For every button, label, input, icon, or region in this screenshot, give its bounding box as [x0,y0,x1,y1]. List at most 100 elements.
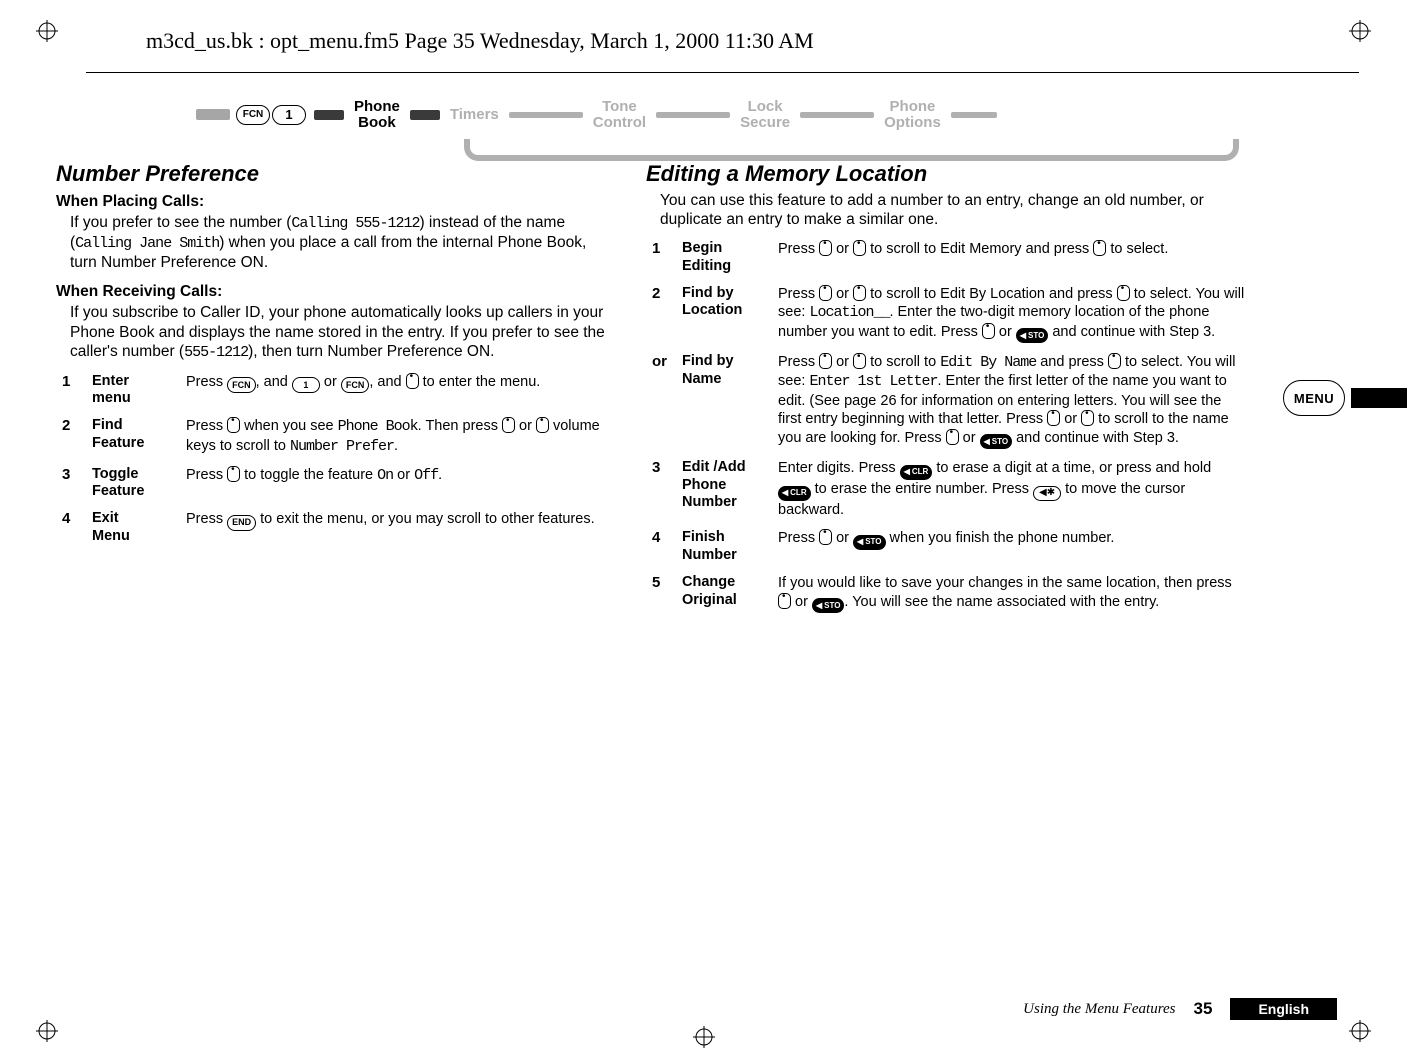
step-description: Press FCN, and 1 or FCN, and to enter th… [186,373,606,408]
step-label: Enter menu [92,373,186,408]
step-label: Toggle Feature [92,466,186,501]
step-description: Press to toggle the feature On or Off. [186,466,606,501]
step-label: Begin Editing [682,240,778,275]
volume-key-icon [1117,285,1130,301]
step-label: Find Feature [92,417,186,455]
volume-key-icon [853,285,866,301]
volume-key-icon [853,353,866,369]
text: ), then turn Number Preference ON. [248,343,494,360]
step-number: 1 [62,373,92,408]
step-description: Press or to scroll to Edit By Name and p… [778,353,1246,449]
lcd-text: Calling 555-1212 [291,215,419,232]
nav-lock-secure: Lock Secure [736,99,794,131]
nav-lead-bar [196,109,230,120]
footer-page-number: 35 [1194,999,1213,1019]
lcd-text: Location__ [809,304,889,321]
sto-key-icon: ◀STO [1016,328,1048,343]
step-label: Find by Name [682,353,778,449]
volume-key-icon [853,240,866,256]
end-key-icon: END [227,515,256,531]
star-key-icon: ◀✱ [1033,486,1061,501]
one-key-icon: 1 [272,105,306,125]
step-number: 2 [62,417,92,455]
step-number: 3 [652,459,682,519]
lcd-text: Edit By Name [940,354,1036,371]
volume-key-icon [227,417,240,433]
nav-phone-book: Phone Book [350,99,404,131]
volume-key-icon [819,285,832,301]
lcd-text: Phone Book [338,418,418,435]
header-rule [86,72,1359,73]
volume-key-icon [982,323,995,339]
volume-key-icon [819,353,832,369]
nav-connector [800,112,874,118]
step-label: Exit Menu [92,510,186,545]
lcd-text: 555-1212 [184,344,248,361]
volume-key-icon [227,466,240,482]
volume-key-icon [1047,410,1060,426]
volume-key-icon [536,417,549,433]
step-label: Edit /Add Phone Number [682,459,778,519]
step-description: Press when you see Phone Book. Then pres… [186,417,606,455]
volume-key-icon [778,593,791,609]
crop-mark-icon [693,1026,715,1048]
volume-key-icon [1093,240,1106,256]
fcn-key-icon: FCN [236,105,270,125]
volume-key-icon [406,373,419,389]
step-description: Enter digits. Press ◀CLR to erase a digi… [778,459,1246,519]
nav-connector [314,110,344,120]
steps-left: 1Enter menuPress FCN, and 1 or FCN, and … [62,373,606,546]
menu-tab-label: MENU [1283,380,1345,416]
crop-mark-icon [36,20,58,42]
section-title-number-preference: Number Preference [56,161,606,187]
crop-mark-icon [1349,20,1371,42]
step-number: 1 [652,240,682,275]
volume-key-icon [946,429,959,445]
footer-section: Using the Menu Features [1023,1001,1175,1018]
lcd-text: Number Prefer [290,438,394,455]
nav-tone-control: Tone Control [589,99,650,131]
menu-tab: MENU [1283,380,1407,416]
step-label: Find by Location [682,285,778,343]
lcd-text: Off [414,467,438,484]
page: m3cd_us.bk : opt_menu.fm5 Page 35 Wednes… [0,0,1407,1062]
nav-phone-options: Phone Options [880,99,945,131]
steps-right: 1Begin EditingPress or to scroll to Edit… [652,240,1246,613]
1-key-icon: 1 [292,377,320,393]
clr-key-icon: ◀CLR [900,465,933,480]
left-column: Number Preference When Placing Calls: If… [56,161,606,614]
step-description: If you would like to save your changes i… [778,574,1246,613]
page-footer: Using the Menu Features 35 English [70,998,1337,1020]
section-title-editing-memory: Editing a Memory Location [646,161,1246,187]
lcd-text: Calling Jane Smith [75,235,219,252]
subhead-placing-calls: When Placing Calls: [56,193,606,211]
nav-loop-icon [464,139,1239,161]
step-description: Press END to exit the menu, or you may s… [186,510,606,545]
text: If you prefer to see the number ( [70,214,291,231]
nav-connector [656,112,730,118]
step-number: 5 [652,574,682,613]
crop-mark-icon [36,1020,58,1042]
sto-key-icon: ◀STO [853,535,885,550]
lcd-text: On [377,467,393,484]
menu-tab-bar [1351,388,1407,408]
step-description: Press or to scroll to Edit By Location a… [778,285,1246,343]
step-number: 3 [62,466,92,501]
step-number: 4 [62,510,92,545]
step-number: 2 [652,285,682,343]
nav-timers: Timers [446,107,503,123]
nav-connector [410,110,440,120]
volume-key-icon [502,417,515,433]
crop-mark-icon [1349,1020,1371,1042]
paragraph-placing-calls: If you prefer to see the number (Calling… [70,213,606,273]
right-column: Editing a Memory Location You can use th… [646,161,1246,614]
sto-key-icon: ◀STO [980,434,1012,449]
footer-language: English [1230,998,1337,1020]
subhead-receiving-calls: When Receiving Calls: [56,283,606,301]
paragraph-editing-intro: You can use this feature to add a number… [660,191,1246,231]
volume-key-icon [1081,410,1094,426]
clr-key-icon: ◀CLR [778,486,811,501]
step-label: Change Original [682,574,778,613]
step-number: 4 [652,529,682,564]
volume-key-icon [1108,353,1121,369]
